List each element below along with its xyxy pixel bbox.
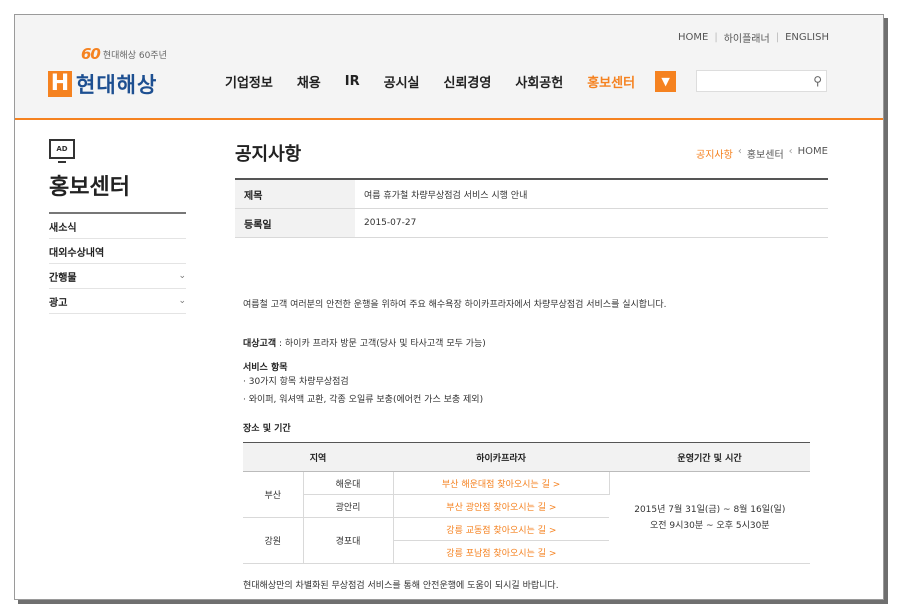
util-separator: | xyxy=(714,32,718,43)
nav-item-company[interactable]: 기업정보 xyxy=(225,72,273,91)
nav-item-social[interactable]: 사회공헌 xyxy=(515,72,563,91)
breadcrumb: 공지사항 ‹ 홍보센터 ‹ HOME xyxy=(696,146,828,161)
chevron-down-icon: ⌄ xyxy=(178,296,186,306)
anniversary-logo: 60 현대해상 60주년 xyxy=(81,45,167,63)
region-cell: 강원 xyxy=(243,517,304,564)
period-hours: 오전 9시30분 ~ 오후 5시30분 xyxy=(650,520,770,531)
util-link-home[interactable]: HOME xyxy=(678,32,708,43)
search-input[interactable] xyxy=(697,73,802,93)
nav-item-recruit[interactable]: 채용 xyxy=(297,72,321,91)
chevron-left-icon: ‹ xyxy=(737,146,742,157)
site-header: 60 현대해상 60주년 H 현대해상 HOME | 하이플래너 | ENGLI… xyxy=(15,15,883,120)
main-content: 공지사항 공지사항 ‹ 홍보센터 ‹ HOME 제목 여름 휴가철 차량무상점검… xyxy=(235,140,828,591)
logo-h-icon: H xyxy=(48,71,72,97)
monitor-icon: AD xyxy=(49,139,75,163)
meta-row-date: 등록일 2015-07-27 xyxy=(235,209,828,238)
nav-item-pr[interactable]: 홍보센터 xyxy=(587,72,635,91)
period-cell: 2015년 7월 31일(금) ~ 8월 16일(일) 오전 9시30분 ~ 오… xyxy=(609,471,810,564)
table-row: 부산 해운대 부산 해운대점 찾아오시는 길 > 2015년 7월 31일(금)… xyxy=(243,471,810,564)
table-header-row: 지역 하이카프라자 운영기간 및 시간 xyxy=(243,442,810,472)
region-cell: 부산 xyxy=(243,471,304,518)
breadcrumb-home[interactable]: HOME xyxy=(798,146,828,161)
meta-row-title: 제목 여름 휴가철 차량무상점검 서비스 시행 안내 xyxy=(235,180,828,209)
notice-meta-table: 제목 여름 휴가철 차량무상점검 서비스 시행 안내 등록일 2015-07-2… xyxy=(235,178,828,238)
place-label: 장소 및 기간 xyxy=(243,424,291,434)
anniversary-number: 60 xyxy=(81,45,101,63)
sidebar-item-publications[interactable]: 간행물 ⌄ xyxy=(49,264,186,289)
location-table: 지역 하이카프라자 운영기간 및 시간 부산 해운대 부산 해운대점 찾아오시는… xyxy=(243,442,810,564)
util-link-hiplanner[interactable]: 하이플래너 xyxy=(724,30,770,45)
chevron-left-icon: ‹ xyxy=(788,146,793,157)
breadcrumb-current[interactable]: 공지사항 xyxy=(696,146,733,161)
directions-link[interactable]: 강릉 포남점 찾아오시는 길 > xyxy=(393,540,610,564)
meta-value: 2015-07-27 xyxy=(364,218,417,228)
directions-link[interactable]: 부산 광안점 찾아오시는 길 > xyxy=(393,494,610,518)
service-item: · 와이퍼, 워셔액 교환, 각종 오일류 보충(에어컨 가스 보충 제외) xyxy=(243,395,484,405)
sidebar-item-label: 광고 xyxy=(49,297,68,309)
search-icon[interactable]: ⚲ xyxy=(813,74,822,88)
util-link-english[interactable]: ENGLISH xyxy=(785,32,829,43)
sidebar: AD 홍보센터 새소식 대외수상내역 간행물 ⌄ 광고 ⌄ xyxy=(49,139,186,314)
service-item: · 30가지 항목 차량무상점검 xyxy=(243,377,349,387)
nav-item-ethics[interactable]: 신뢰경영 xyxy=(444,72,492,91)
breadcrumb-pr[interactable]: 홍보센터 xyxy=(747,146,784,161)
period-dates: 2015년 7월 31일(금) ~ 8월 16일(일) xyxy=(634,504,786,515)
chevron-down-icon: ⌄ xyxy=(178,271,186,281)
target-value: : 하이카 프라자 방문 고객(당사 및 타사고객 모두 가능) xyxy=(276,339,486,349)
directions-link[interactable]: 부산 해운대점 찾아오시는 길 > xyxy=(393,471,610,495)
meta-label: 등록일 xyxy=(235,209,355,237)
search-box: ⚲ xyxy=(696,70,827,93)
target-label: 대상고객 xyxy=(243,339,277,349)
sidebar-item-awards[interactable]: 대외수상내역 xyxy=(49,239,186,264)
utility-nav: HOME | 하이플래너 | ENGLISH xyxy=(678,30,829,45)
logo-name: 현대해상 xyxy=(76,73,158,97)
table-header: 지역 xyxy=(243,442,394,472)
browser-page: 60 현대해상 60주년 H 현대해상 HOME | 하이플래너 | ENGLI… xyxy=(14,14,884,600)
service-label: 서비스 항목 xyxy=(243,363,288,373)
sidebar-item-ads[interactable]: 광고 ⌄ xyxy=(49,289,186,314)
sidebar-item-news[interactable]: 새소식 xyxy=(49,214,186,239)
meta-label: 제목 xyxy=(235,180,355,208)
anniversary-text: 현대해상 60주년 xyxy=(102,50,167,61)
sidebar-item-label: 새소식 xyxy=(49,222,77,234)
table-header: 운영기간 및 시간 xyxy=(609,442,810,472)
sidebar-title: 홍보센터 xyxy=(49,169,186,214)
meta-value: 여름 휴가철 차량무상점검 서비스 시행 안내 xyxy=(364,190,528,201)
directions-link[interactable]: 강릉 교동점 찾아오시는 길 > xyxy=(393,517,610,541)
intro-text: 여름철 고객 여러분의 안전한 운행을 위하여 주요 해수욕장 하이카프라자에서… xyxy=(243,300,667,310)
target-line: 대상고객 : 하이카 프라자 방문 고객(당사 및 타사고객 모두 가능) xyxy=(243,336,486,349)
branch-cell: 광안리 xyxy=(303,494,394,518)
table-header: 하이카프라자 xyxy=(393,442,610,472)
chevron-down-icon[interactable]: ▼ xyxy=(655,71,677,92)
sidebar-item-label: 간행물 xyxy=(49,272,77,284)
nav-item-ir[interactable]: IR xyxy=(345,74,360,89)
util-separator: | xyxy=(775,32,780,43)
branch-cell: 해운대 xyxy=(303,471,394,495)
sidebar-item-label: 대외수상내역 xyxy=(49,247,105,259)
main-nav: 기업정보 채용 IR 공시실 신뢰경영 사회공헌 홍보센터 ▼ xyxy=(225,71,677,92)
nav-item-disclosure[interactable]: 공시실 xyxy=(384,72,420,91)
site-logo[interactable]: H 현대해상 xyxy=(48,69,157,99)
branch-cell: 경포대 xyxy=(303,517,394,564)
closing-text: 현대해상만의 차별화된 무상점검 서비스를 통해 안전운행에 도움이 되시길 바… xyxy=(243,581,559,591)
